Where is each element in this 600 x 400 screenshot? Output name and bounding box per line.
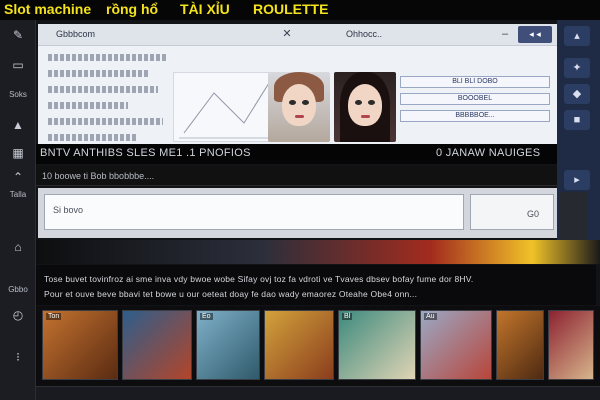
right-button-5[interactable]: ▸ <box>564 170 590 190</box>
window-title-secondary: Ohhocc.. <box>346 29 383 39</box>
text-field[interactable]: Si bovo <box>44 194 464 230</box>
window-text-lines <box>48 54 188 150</box>
thumbnail-6[interactable]: Au <box>420 310 492 380</box>
subheadline-text: 10 boowe ti Bob bbobbbe.... <box>42 171 155 181</box>
close-icon[interactable]: ✕ <box>280 27 294 41</box>
home-icon[interactable]: ⌂ <box>9 240 27 254</box>
thumbnail-3[interactable]: Eo <box>196 310 260 380</box>
right-button-1[interactable]: ▴ <box>564 26 590 46</box>
link-rong-ho[interactable]: rồng hổ <box>106 1 158 17</box>
window-action-button[interactable]: ◂ ◂ <box>518 26 552 43</box>
info-pill-3[interactable]: BBBBBOE... <box>400 110 550 122</box>
thumbnail-caption: Ton <box>46 313 62 320</box>
thumbnail-caption: Bl <box>342 313 353 320</box>
portrait-image-1 <box>268 72 330 142</box>
news-line-2: Pour et ouve beve bbavi tet bowe u our o… <box>44 289 418 299</box>
up-arrow-icon[interactable]: ⌃ <box>9 170 27 184</box>
right-info-panel: BLI BLI DOBO BOOOBEL BBBBBOE... <box>400 76 550 127</box>
top-link-bar: Slot machine rồng hổ TÀI XỈU ROULETTE <box>0 0 600 20</box>
sidebar-label-talla[interactable]: Talla <box>2 190 34 199</box>
thumbnail-strip: Ton Eo Bl Au <box>36 306 600 386</box>
right-edge-panel <box>560 192 588 240</box>
thumbnail-caption: Eo <box>200 313 213 320</box>
link-tai-xiu[interactable]: TÀI XỈU <box>180 1 230 17</box>
side-field-value: G0 <box>527 209 540 219</box>
info-pill-2[interactable]: BOOOBEL <box>400 93 550 105</box>
thumbnail-7[interactable] <box>496 310 544 380</box>
pen-icon[interactable]: ✎ <box>9 28 27 42</box>
portrait-image-2 <box>334 72 396 142</box>
news-line-1: Tose buvet tovinfroz ai sme inva vdy bwo… <box>44 274 474 284</box>
thumbnail-2[interactable] <box>122 310 192 380</box>
bottom-bar <box>36 386 600 400</box>
grid-dots-icon[interactable]: ⁝ <box>9 350 27 364</box>
left-sidebar: ✎ ▭ Soks ▲ ▦ ⌃ Talla ⌂ Gbbo ◴ ⁝ <box>0 20 36 400</box>
right-button-2[interactable]: ✦ <box>564 58 590 78</box>
menu-icon[interactable]: ▭ <box>9 58 27 72</box>
headline-right: 0 JANAW NAUIGES <box>436 147 541 159</box>
subheadline-banner: 10 boowe ti Bob bbobbbe.... <box>36 166 557 186</box>
gradient-divider <box>36 240 600 264</box>
browser-window: Gbbbcom ✕ Ohhocc.. ‒ ◂ ◂ BLI BLI DOBO BO… <box>38 24 557 144</box>
text-field-value: Si bovo <box>53 205 84 215</box>
sidebar-label-soks[interactable]: Soks <box>2 90 34 99</box>
thumbnail-caption: Au <box>424 313 437 320</box>
triangle-icon[interactable]: ▲ <box>9 118 27 132</box>
headline-banner: BNTV ANTHIBS SLES ME1 .1 PNOFIOS 0 JANAW… <box>36 144 557 164</box>
right-button-4[interactable]: ■ <box>564 110 590 130</box>
info-pill-1[interactable]: BLI BLI DOBO <box>400 76 550 88</box>
thumbnail-8[interactable] <box>548 310 594 380</box>
thumbnail-1[interactable]: Ton <box>42 310 118 380</box>
link-roulette[interactable]: ROULETTE <box>253 1 328 17</box>
window-title: Gbbbcom <box>56 29 96 39</box>
news-block: Tose buvet tovinfroz ai sme inva vdy bwo… <box>36 265 596 305</box>
thumbnail-4[interactable] <box>264 310 334 380</box>
window-titlebar: Gbbbcom ✕ Ohhocc.. ‒ ◂ ◂ <box>38 24 557 46</box>
dial-icon[interactable]: ◴ <box>9 308 27 322</box>
link-slot-machine[interactable]: Slot machine <box>4 1 91 17</box>
form-card: Si bovo G0 <box>38 188 557 238</box>
side-field[interactable]: G0 <box>470 194 554 230</box>
headline-left: BNTV ANTHIBS SLES ME1 .1 PNOFIOS <box>40 147 251 159</box>
minimize-icon[interactable]: ‒ <box>498 27 512 41</box>
thumbnail-5[interactable]: Bl <box>338 310 416 380</box>
grid-icon[interactable]: ▦ <box>9 146 27 160</box>
sidebar-label-gbbo[interactable]: Gbbo <box>2 285 34 294</box>
right-button-3[interactable]: ◆ <box>564 84 590 104</box>
